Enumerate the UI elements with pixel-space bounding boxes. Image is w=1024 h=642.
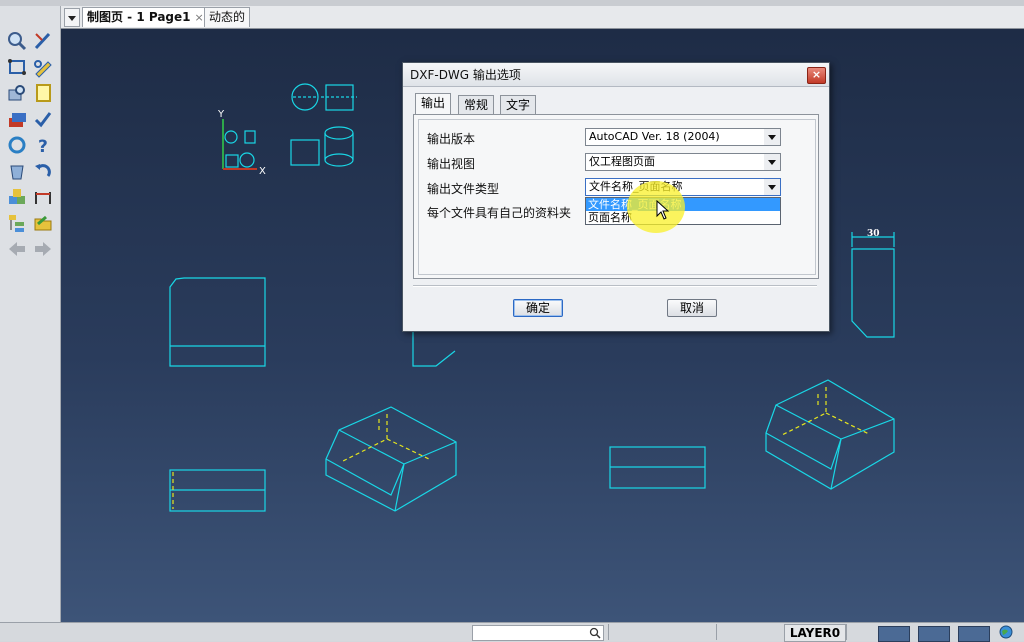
folder-icon[interactable] (32, 212, 54, 234)
left-toolbar: ? (0, 6, 61, 622)
chevron-down-icon[interactable] (764, 154, 780, 170)
tree-icon[interactable] (6, 212, 28, 234)
layers-icon[interactable] (6, 108, 28, 130)
rectangle-icon[interactable] (6, 56, 28, 78)
chevron-down-icon[interactable] (764, 129, 780, 145)
refresh-icon[interactable] (6, 134, 28, 156)
output-file-type-select[interactable]: 文件名称_页面名称 (585, 178, 781, 196)
status-field (608, 624, 717, 640)
cubes-icon[interactable] (6, 186, 28, 208)
dimension-icon[interactable] (32, 186, 54, 208)
divider (413, 285, 817, 287)
status-bar: LAYER0 (0, 622, 1024, 642)
tab-label: 动态的 (209, 10, 246, 24)
current-layer[interactable]: LAYER0 (784, 624, 846, 642)
own-folder-label: 每个文件具有自己的资料夹 (427, 206, 572, 220)
tab-dynamic[interactable]: 动态的 (204, 7, 251, 27)
cancel-button[interactable]: 取消 (667, 299, 717, 317)
dialog-title: DXF-DWG 输出选项 (403, 63, 829, 87)
ok-button[interactable]: 确定 (513, 299, 563, 317)
output-view-label: 输出视图 (427, 157, 476, 171)
close-icon[interactable]: × (807, 67, 826, 84)
output-version-select[interactable]: AutoCAD Ver. 18 (2004) (585, 128, 781, 146)
globe-icon[interactable] (999, 625, 1013, 639)
search-icon[interactable] (589, 627, 601, 639)
output-version-value: AutoCAD Ver. 18 (2004) (589, 130, 720, 143)
pencil-icon[interactable] (32, 30, 54, 52)
output-view-select[interactable]: 仅工程图页面 (585, 153, 781, 171)
arrow-right-icon[interactable] (32, 238, 54, 260)
output-file-type-label: 输出文件类型 (427, 182, 500, 196)
arrow-left-icon[interactable] (6, 238, 28, 260)
undo-icon[interactable] (32, 160, 54, 182)
chevron-down-icon[interactable] (764, 179, 780, 195)
axis-x-label: X (259, 166, 266, 177)
document-tab-bar: 制图页 - 1 Page1 × 动态的 (60, 6, 1024, 29)
mouse-pointer-icon (656, 199, 670, 223)
tab-close-icon[interactable]: × (195, 11, 204, 24)
note-icon[interactable] (32, 82, 54, 104)
tab-page1[interactable]: 制图页 - 1 Page1 × (82, 7, 209, 27)
check-icon[interactable] (32, 108, 54, 130)
tab-list-dropdown[interactable] (64, 8, 80, 27)
tab-general[interactable]: 常规 (458, 95, 495, 115)
output-view-value: 仅工程图页面 (589, 155, 655, 168)
output-version-label: 输出版本 (427, 132, 476, 146)
bucket-icon[interactable] (6, 160, 28, 182)
edit-icon[interactable] (32, 56, 54, 78)
status-field (716, 624, 783, 640)
dimension-label: 30 (867, 229, 880, 239)
status-field (846, 624, 873, 640)
tab-text[interactable]: 文字 (500, 95, 537, 115)
search-zoom-icon[interactable] (6, 30, 28, 52)
dxf-dwg-export-dialog: DXF-DWG 输出选项 × 输出 常规 文字 输出版本 AutoCAD Ver… (402, 62, 830, 332)
command-search-input[interactable] (472, 625, 604, 641)
help-icon[interactable]: ? (32, 134, 54, 156)
tab-label: 制图页 - 1 Page1 (87, 10, 191, 24)
view-icon[interactable] (6, 82, 28, 104)
tab-output[interactable]: 输出 (415, 93, 452, 116)
svg-text:?: ? (38, 137, 48, 156)
axis-y-label: Y (217, 109, 225, 120)
